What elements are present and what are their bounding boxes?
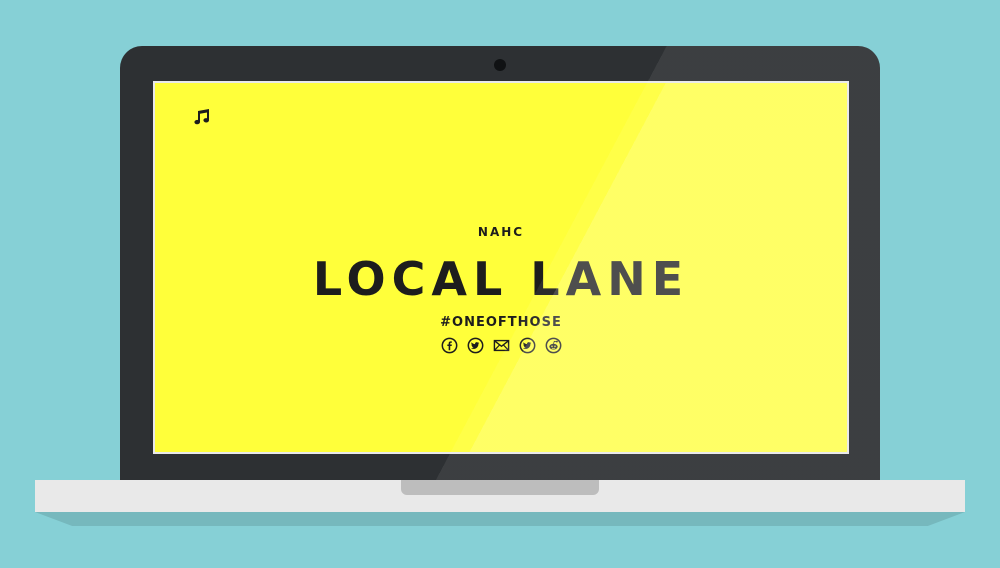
laptop-opening-notch — [401, 480, 599, 495]
facebook-icon[interactable] — [441, 337, 458, 354]
screen: NAHC LOCAL LANE #ONEOFTHOSE — [153, 81, 849, 454]
twitter-icon[interactable] — [519, 337, 536, 354]
twitter-icon[interactable] — [467, 337, 484, 354]
artist-name: NAHC — [477, 225, 525, 239]
reddit-icon[interactable] — [545, 337, 562, 354]
laptop-mockup: NAHC LOCAL LANE #ONEOFTHOSE — [0, 0, 1000, 568]
mail-icon[interactable] — [493, 337, 510, 354]
hashtag-link[interactable]: #ONEOFTHOSE — [155, 315, 847, 330]
social-links — [155, 337, 847, 354]
webcam — [494, 59, 506, 71]
music-note-icon[interactable] — [193, 108, 211, 126]
page-title: LOCAL LANE — [312, 252, 690, 306]
laptop-base-shadow — [35, 512, 965, 526]
laptop-lid: NAHC LOCAL LANE #ONEOFTHOSE — [120, 46, 880, 486]
